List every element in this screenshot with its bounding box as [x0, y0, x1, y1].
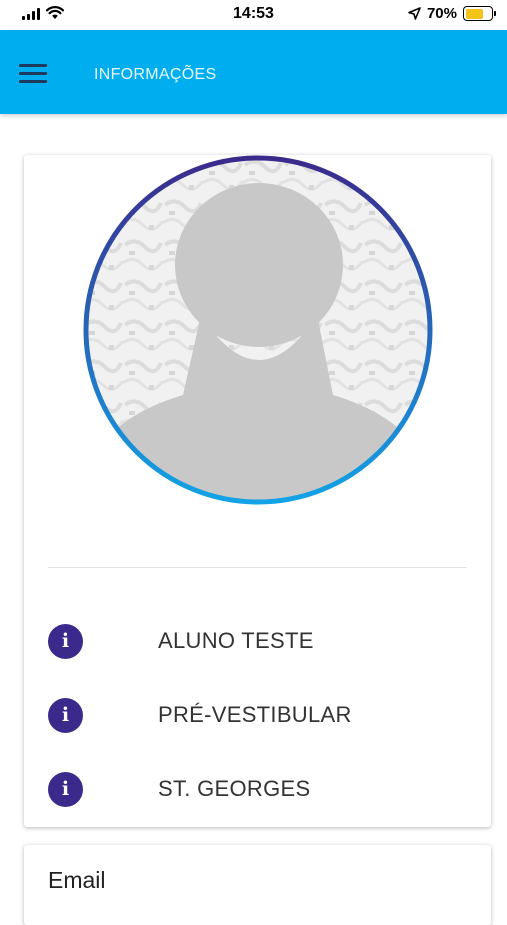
battery-level-fill — [465, 8, 483, 19]
battery-icon — [463, 6, 496, 21]
course-name: PRÉ-VESTIBULAR — [158, 702, 352, 727]
email-card: Email — [24, 845, 491, 925]
battery-percent: 70% — [426, 5, 457, 22]
app-bar: INFORMAÇÕES — [0, 30, 507, 114]
battery-status: 70% — [408, 5, 496, 22]
school-name: ST. GEORGES — [158, 776, 311, 801]
divider — [48, 567, 467, 568]
page-title: INFORMAÇÕES — [94, 66, 217, 83]
info-row-school: i ST. GEORGES — [48, 771, 310, 807]
info-icon: i — [48, 771, 83, 807]
email-heading: Email — [48, 867, 106, 893]
profile-card: i ALUNO TESTE i PRÉ-VESTIBULAR i ST. GEO… — [24, 155, 491, 827]
avatar — [83, 155, 433, 505]
info-icon: i — [48, 697, 83, 733]
info-row-name: i ALUNO TESTE — [48, 623, 314, 659]
info-icon: i — [48, 623, 83, 659]
location-arrow-icon — [408, 7, 421, 20]
student-name: ALUNO TESTE — [158, 628, 314, 653]
hamburger-menu-icon[interactable] — [19, 64, 47, 84]
status-bar: 14:53 70% — [0, 0, 507, 30]
info-row-course: i PRÉ-VESTIBULAR — [48, 697, 352, 733]
